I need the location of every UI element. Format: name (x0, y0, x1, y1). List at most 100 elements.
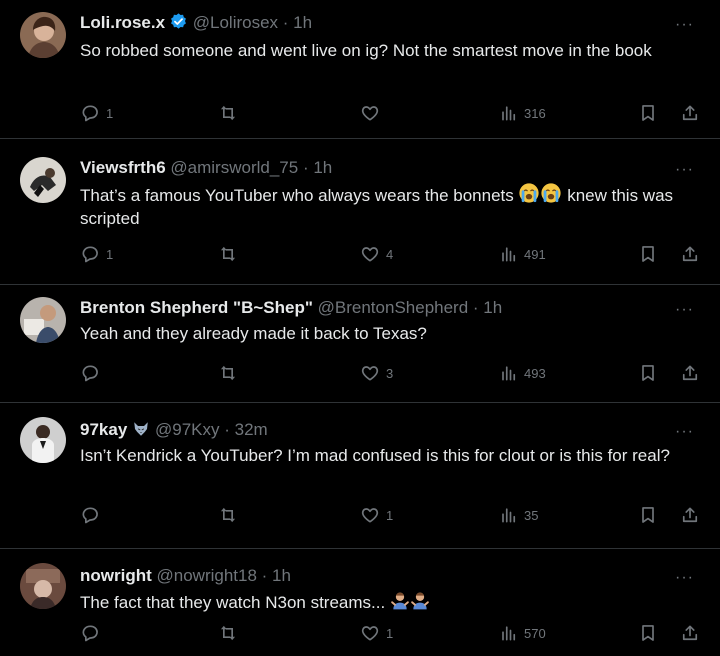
more-options-icon[interactable]: ··· (675, 162, 694, 178)
post-time[interactable]: · 1h (262, 566, 291, 585)
share-button[interactable] (680, 363, 700, 383)
repost-button[interactable] (218, 623, 244, 643)
repost-arrows-icon (218, 244, 238, 264)
reply-post[interactable]: Loli.rose.x @Lolirosex · 1h ··· So robbe… (0, 0, 720, 139)
action-bar: 1 570 (80, 623, 720, 647)
repost-arrows-icon (218, 103, 238, 123)
like-button[interactable]: 4 (360, 244, 393, 264)
action-bar: 3 493 (80, 363, 720, 387)
avatar[interactable] (20, 157, 66, 203)
bookmark-button[interactable] (638, 363, 658, 383)
share-upload-icon (680, 244, 700, 264)
reply-button[interactable] (80, 363, 106, 383)
avatar[interactable] (20, 297, 66, 343)
like-count: 3 (386, 365, 394, 381)
bookmark-button[interactable] (638, 103, 658, 123)
reply-post[interactable]: 97kay @97Kxy · 32m ··· Isn’t Kendrick a … (0, 403, 720, 549)
bookmark-icon (638, 363, 658, 383)
verified-badge-icon (169, 12, 188, 31)
avatar[interactable] (20, 563, 66, 609)
reply-text-part: That’s a famous YouTuber who always wear… (80, 186, 519, 205)
view-count: 316 (524, 105, 546, 121)
view-count: 35 (524, 507, 539, 523)
post-time[interactable]: · 1h (473, 298, 502, 317)
share-button[interactable] (680, 623, 700, 643)
views-button[interactable]: 570 (498, 623, 546, 643)
loudly-crying-face-icon (540, 182, 562, 204)
repost-button[interactable] (218, 505, 244, 525)
share-button[interactable] (680, 244, 700, 264)
reply-text: Isn’t Kendrick a YouTuber? I’m mad confu… (80, 446, 670, 465)
author-handle[interactable]: @Lolirosex (193, 13, 278, 32)
repost-button[interactable] (218, 363, 244, 383)
repost-button[interactable] (218, 103, 244, 123)
reply-count: 1 (106, 105, 114, 121)
like-count: 1 (386, 507, 394, 523)
author-handle[interactable]: @97Kxy (155, 420, 220, 439)
like-button[interactable]: 3 (360, 363, 393, 383)
post-time[interactable]: · 1h (303, 158, 332, 177)
reply-text-part: The fact that they watch N3on streams... (80, 593, 386, 612)
author-name[interactable]: 97kay (80, 420, 127, 439)
reply-header: 97kay @97Kxy · 32m (80, 419, 680, 441)
reply-count: 1 (106, 246, 114, 262)
bookmark-button[interactable] (638, 505, 658, 525)
reply-button[interactable] (80, 505, 106, 525)
author-name[interactable]: Brenton Shepherd "B~Shep" (80, 298, 313, 317)
heart-icon (360, 623, 380, 643)
author-name[interactable]: Viewsfrth6 (80, 158, 166, 177)
reply-post[interactable]: nowright @nowright18 · 1h ··· The fact t… (0, 549, 720, 656)
like-button[interactable] (360, 103, 386, 123)
bar-chart-icon (498, 505, 518, 525)
speech-bubble-icon (80, 103, 100, 123)
like-count: 4 (386, 246, 394, 262)
bookmark-button[interactable] (638, 623, 658, 643)
more-options-icon[interactable]: ··· (675, 424, 694, 440)
view-count: 491 (524, 246, 546, 262)
reply-header: nowright @nowright18 · 1h (80, 565, 680, 587)
like-button[interactable]: 1 (360, 623, 393, 643)
author-name[interactable]: Loli.rose.x (80, 13, 165, 32)
bookmark-icon (638, 505, 658, 525)
reply-text: That’s a famous YouTuber who always wear… (80, 182, 698, 230)
views-button[interactable]: 493 (498, 363, 546, 383)
repost-button[interactable] (218, 244, 244, 264)
reply-button[interactable] (80, 623, 106, 643)
views-button[interactable]: 491 (498, 244, 546, 264)
reply-button[interactable]: 1 (80, 244, 113, 264)
person-shrugging-icon (390, 591, 410, 611)
author-handle[interactable]: @BrentonShepherd (318, 298, 469, 317)
more-options-icon[interactable]: ··· (675, 302, 694, 318)
bar-chart-icon (498, 363, 518, 383)
avatar[interactable] (20, 417, 66, 463)
avatar[interactable] (20, 12, 66, 58)
reply-header: Brenton Shepherd "B~Shep" @BrentonShephe… (80, 297, 680, 319)
more-options-icon[interactable]: ··· (675, 17, 694, 33)
like-button[interactable]: 1 (360, 505, 393, 525)
views-button[interactable]: 35 (498, 505, 538, 525)
author-handle[interactable]: @nowright18 (157, 566, 257, 585)
author-handle[interactable]: @amirsworld_75 (170, 158, 298, 177)
share-button[interactable] (680, 505, 700, 525)
reply-post[interactable]: Brenton Shepherd "B~Shep" @BrentonShephe… (0, 285, 720, 403)
reply-text: Yeah and they already made it back to Te… (80, 324, 427, 343)
bookmark-button[interactable] (638, 244, 658, 264)
share-button[interactable] (680, 103, 700, 123)
post-time[interactable]: · 32m (224, 420, 267, 439)
speech-bubble-icon (80, 623, 100, 643)
share-upload-icon (680, 505, 700, 525)
loudly-crying-face-icon (518, 182, 540, 204)
bar-chart-icon (498, 103, 518, 123)
more-options-icon[interactable]: ··· (675, 570, 694, 586)
reply-post[interactable]: Viewsfrth6 @amirsworld_75 · 1h ··· That’… (0, 139, 720, 285)
reply-button[interactable]: 1 (80, 103, 113, 123)
action-bar: 1 35 (80, 505, 720, 529)
author-name[interactable]: nowright (80, 566, 152, 585)
like-count: 1 (386, 625, 394, 641)
bar-chart-icon (498, 623, 518, 643)
speech-bubble-icon (80, 363, 100, 383)
views-button[interactable]: 316 (498, 103, 546, 123)
post-time[interactable]: · 1h (283, 13, 312, 32)
bookmark-icon (638, 623, 658, 643)
heart-icon (360, 505, 380, 525)
